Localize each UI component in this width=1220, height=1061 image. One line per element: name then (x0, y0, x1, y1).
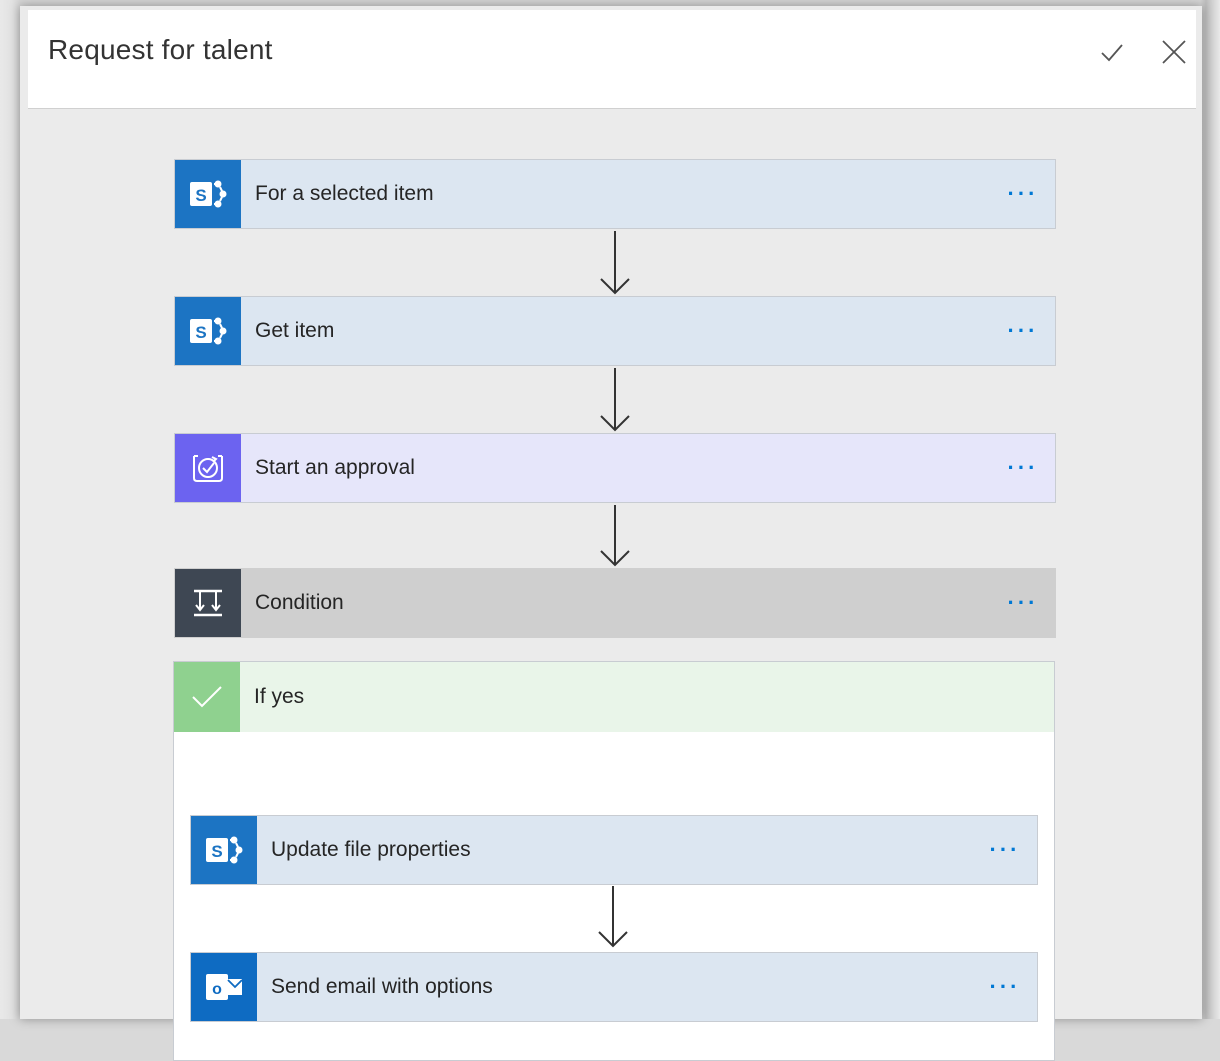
more-options-button[interactable]: ··· (991, 160, 1055, 228)
outlook-icon: o (191, 953, 257, 1021)
svg-text:S: S (211, 842, 222, 861)
step-label: For a selected item (255, 182, 434, 205)
step-start-an-approval[interactable]: Start an approval ··· (174, 433, 1056, 503)
step-label: Condition (255, 591, 344, 614)
panel-title: Request for talent (48, 34, 273, 65)
svg-text:S: S (195, 323, 206, 342)
more-options-button[interactable]: ··· (991, 569, 1055, 637)
close-icon (1162, 40, 1186, 64)
more-options-button[interactable]: ··· (991, 434, 1055, 502)
branch-header[interactable]: If yes (174, 662, 1054, 732)
sharepoint-icon: S (191, 816, 257, 884)
svg-text:S: S (195, 186, 206, 205)
approval-icon (175, 434, 241, 502)
flow-arrow-icon (598, 886, 628, 948)
step-label: Start an approval (255, 456, 415, 479)
check-icon (1101, 44, 1123, 62)
step-get-item[interactable]: S Get item ··· (174, 296, 1056, 366)
check-icon (174, 662, 240, 732)
close-button[interactable] (1154, 32, 1194, 72)
step-for-a-selected-item[interactable]: S For a selected item ··· (174, 159, 1056, 229)
branch-label: If yes (254, 685, 305, 708)
svg-text:o: o (212, 981, 222, 998)
step-label: Update file properties (271, 838, 471, 861)
flow-arrow-icon (600, 505, 630, 567)
condition-icon (175, 569, 241, 637)
confirm-button[interactable] (1092, 32, 1132, 72)
sharepoint-icon: S (175, 160, 241, 228)
step-label: Get item (255, 319, 335, 342)
step-send-email-with-options[interactable]: o Send email with options ··· (190, 952, 1038, 1022)
more-options-button[interactable]: ··· (973, 816, 1037, 884)
step-condition[interactable]: Condition ··· (174, 568, 1056, 638)
step-label: Send email with options (271, 975, 493, 998)
step-update-file-properties[interactable]: S Update file properties ··· (190, 815, 1038, 885)
more-options-button[interactable]: ··· (973, 953, 1037, 1021)
sharepoint-icon: S (175, 297, 241, 365)
flow-arrow-icon (600, 368, 630, 432)
flow-arrow-icon (600, 231, 630, 295)
panel-header: Request for talent (28, 10, 1196, 109)
more-options-button[interactable]: ··· (991, 297, 1055, 365)
